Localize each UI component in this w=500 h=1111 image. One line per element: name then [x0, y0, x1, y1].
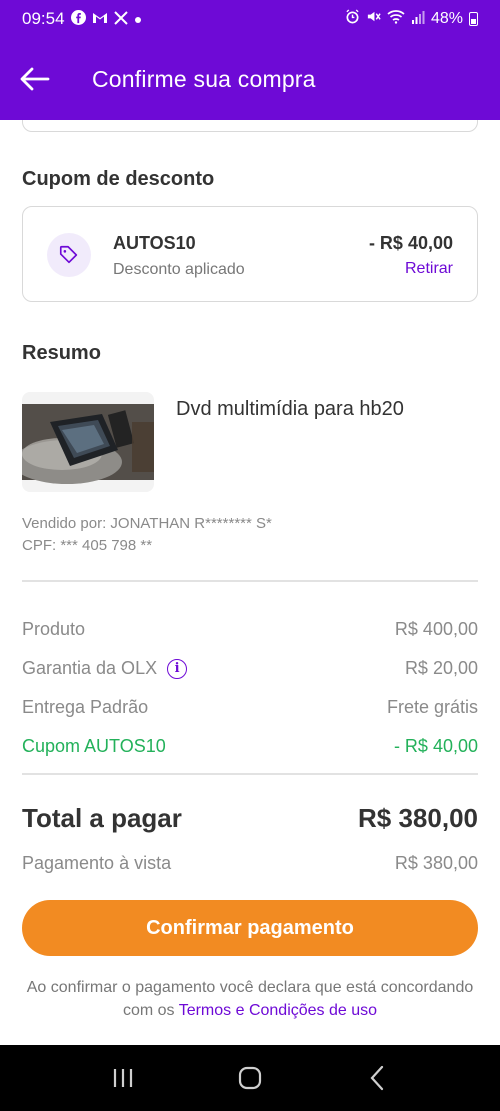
- recent-apps-button[interactable]: [98, 1053, 148, 1103]
- tag-icon: [59, 245, 78, 264]
- signal-icon: [411, 10, 425, 29]
- price-row-delivery: Entrega Padrão Frete grátis: [22, 697, 478, 718]
- checkout-content[interactable]: Cupom de desconto AUTOS10 Desconto aplic…: [0, 120, 500, 1045]
- gmail-icon: [92, 11, 108, 27]
- total-label: Total a pagar: [22, 803, 182, 833]
- cpf-line: CPF: *** 405 798 **: [22, 537, 153, 554]
- home-icon: [238, 1066, 262, 1090]
- remove-coupon-link[interactable]: Retirar: [405, 260, 453, 278]
- price-row-value: Frete grátis: [386, 697, 478, 717]
- price-row-value: R$ 400,00: [394, 619, 478, 639]
- price-row-label: Entrega Padrão: [22, 697, 149, 717]
- battery-label: 48%: [430, 10, 463, 27]
- arrow-left-icon: [20, 67, 50, 91]
- system-nav-bar: [0, 1045, 500, 1111]
- price-row-coupon: Cupom AUTOS10 - R$ 40,00: [22, 736, 478, 757]
- wifi-icon: [387, 9, 405, 29]
- divider: [22, 580, 478, 582]
- alarm-icon: [345, 9, 360, 29]
- status-bar: 09:54 48%: [0, 0, 500, 38]
- price-row-label: Produto: [22, 619, 86, 639]
- facebook-icon: [70, 10, 86, 28]
- price-row-warranty: Garantia da OLX i R$ 20,00: [22, 658, 478, 679]
- total-row: Total a pagar R$ 380,00: [22, 803, 478, 834]
- terms-link[interactable]: Termos e Condições de uso: [179, 1002, 377, 1019]
- previous-card: [22, 120, 478, 132]
- coupon-amount: - R$ 40,00: [368, 233, 453, 253]
- price-row-label: Garantia da OLX: [22, 658, 158, 678]
- total-value: R$ 380,00: [358, 803, 478, 833]
- home-button[interactable]: [225, 1053, 275, 1103]
- summary-title: Resumo: [22, 342, 101, 364]
- coupon-icon-badge: [47, 233, 91, 277]
- confirm-payment-button[interactable]: Confirmar pagamento: [22, 900, 478, 956]
- payment-row: Pagamento à vista R$ 380,00: [22, 853, 478, 874]
- payment-label: Pagamento à vista: [22, 853, 172, 873]
- price-row-product: Produto R$ 400,00: [22, 619, 478, 640]
- price-row-value: - R$ 40,00: [393, 736, 478, 756]
- divider: [22, 773, 478, 775]
- price-row-value: R$ 20,00: [404, 658, 478, 678]
- product-name: Dvd multimídia para hb20: [176, 398, 404, 420]
- page-title: Confirme sua compra: [92, 65, 316, 92]
- system-back-button[interactable]: [352, 1053, 402, 1103]
- price-row-label: Cupom AUTOS10: [22, 736, 166, 756]
- product-image: [22, 392, 154, 492]
- seller-line: Vendido por: JONATHAN R******** S*: [22, 515, 272, 532]
- mute-icon: [366, 9, 381, 29]
- coupon-card: AUTOS10 Desconto aplicado - R$ 40,00 Ret…: [22, 206, 478, 302]
- battery-icon: [469, 12, 478, 26]
- status-time: 09:54: [22, 9, 65, 28]
- coupon-section-title: Cupom de desconto: [22, 168, 215, 190]
- coupon-code: AUTOS10: [113, 233, 196, 253]
- back-button[interactable]: [0, 38, 70, 120]
- chevron-left-icon: [370, 1065, 383, 1091]
- app-bar: Confirme sua compra: [0, 38, 500, 120]
- recent-apps-icon: [114, 1069, 133, 1087]
- info-icon[interactable]: i: [167, 658, 188, 679]
- seller-info: Vendido por: JONATHAN R******** S* CPF: …: [22, 513, 272, 557]
- dot-icon: [134, 12, 142, 27]
- coupon-status: Desconto aplicado: [113, 261, 245, 278]
- terms-notice: Ao confirmar o pagamento você declara qu…: [22, 976, 478, 1022]
- x-icon: [113, 10, 128, 28]
- payment-value: R$ 380,00: [394, 853, 478, 873]
